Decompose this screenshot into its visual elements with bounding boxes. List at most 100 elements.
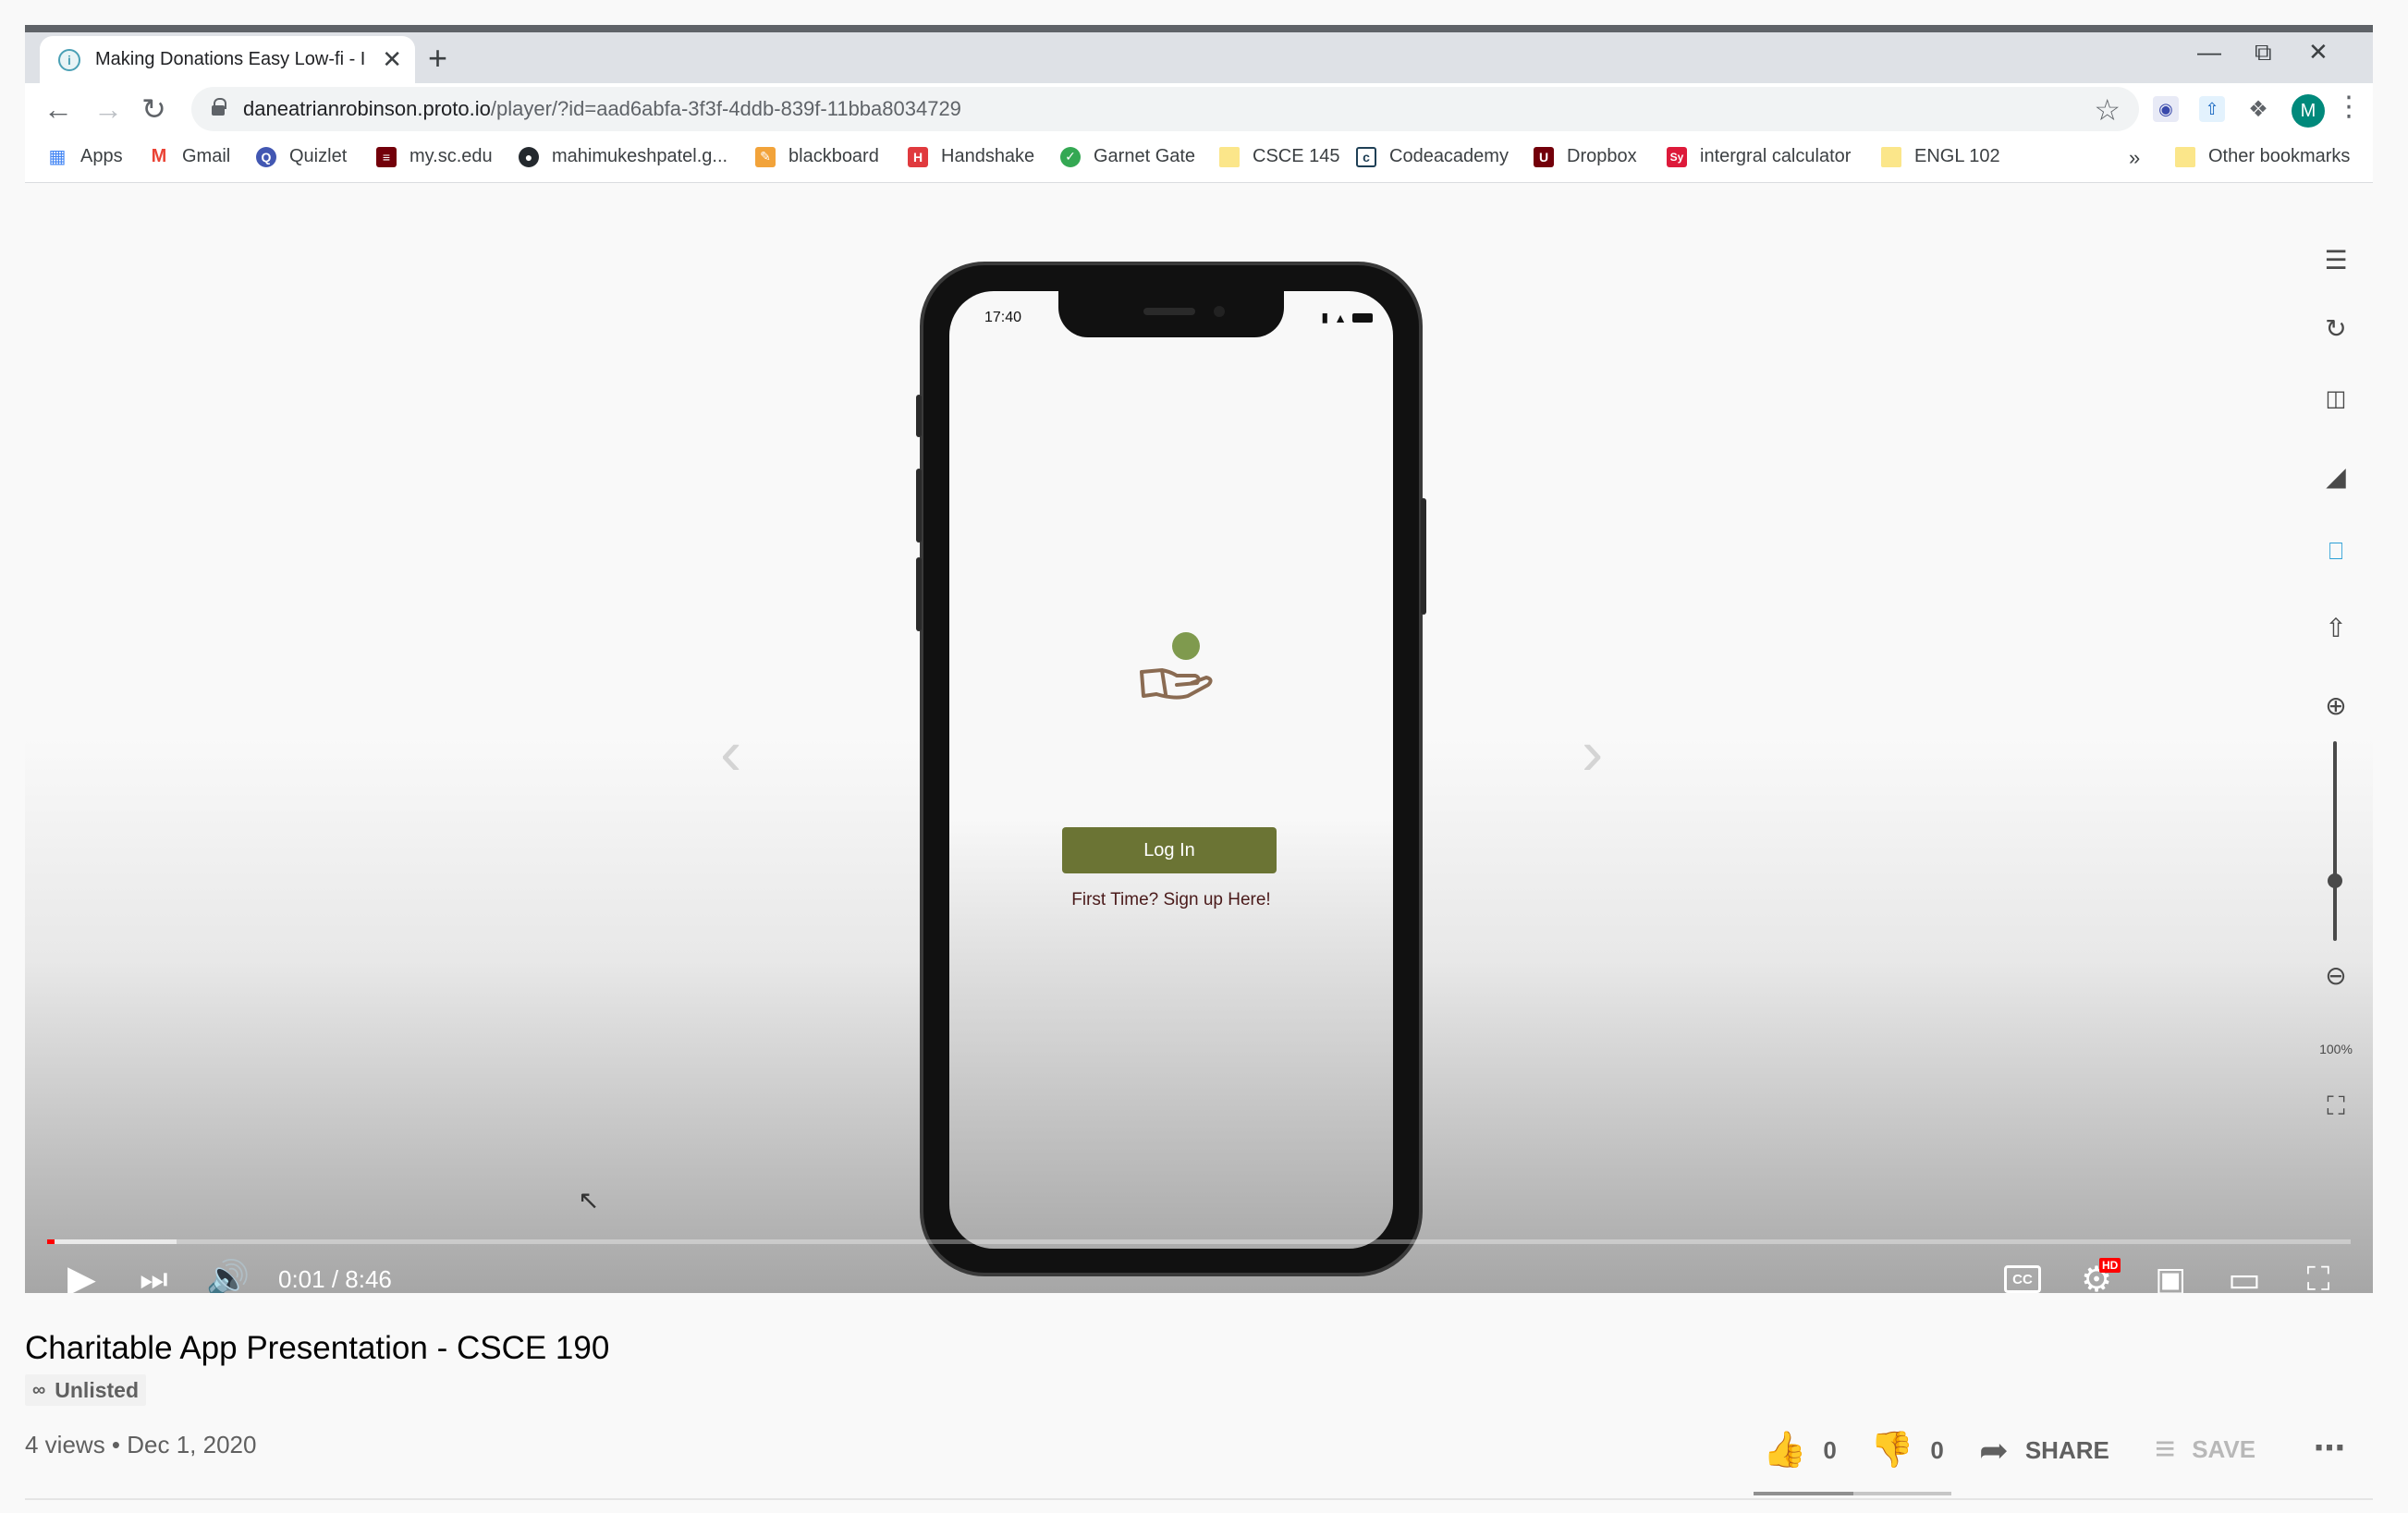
bookmarks-bar: ▦ Apps M Gmail Q Quizlet ≡ my.sc.edu ● mahimu… xyxy=(25,135,2373,183)
bookmark-integral-calculator[interactable]: Sy intergral calculator xyxy=(1667,146,1851,167)
buffered-bar xyxy=(47,1239,177,1244)
github-icon: ● xyxy=(519,146,539,167)
zoom-slider-handle[interactable] xyxy=(2328,873,2342,889)
bookmark-apps[interactable]: ▦ Apps xyxy=(47,146,123,167)
signup-link[interactable]: First Time? Sign up Here! xyxy=(949,890,1393,910)
handshake-icon: H xyxy=(908,146,928,167)
menu-hamburger-icon[interactable]: ☰ xyxy=(2317,241,2354,278)
address-bar[interactable]: daneatrianrobinson.proto.io/player/?id=a… xyxy=(191,87,2139,131)
prev-screen-chevron-icon[interactable]: ‹ xyxy=(720,720,741,785)
bookmark-dropbox[interactable]: U Dropbox xyxy=(1534,146,1637,167)
zoom-in-icon[interactable]: ⊕ xyxy=(2317,687,2354,724)
bookmark-star-icon[interactable]: ☆ xyxy=(2094,92,2121,128)
gmail-icon: M xyxy=(151,146,167,166)
like-dislike-ratio-bar xyxy=(1754,1492,1951,1495)
zoom-slider[interactable] xyxy=(2333,741,2337,941)
tab-title: Making Donations Easy Low-fi - I xyxy=(95,49,366,69)
url-text: daneatrianrobinson.proto.io/player/?id=a… xyxy=(243,97,961,120)
donation-hand-logo-icon xyxy=(1140,632,1213,700)
extension-icon[interactable]: ◉ xyxy=(2153,96,2179,122)
window-top-border xyxy=(25,25,2373,32)
volume-icon[interactable]: 🔊 xyxy=(206,1256,250,1293)
bookmark-github[interactable]: ● mahimukeshpatel.g... xyxy=(519,146,727,167)
bookmark-garnet-gate[interactable]: ✓ Garnet Gate xyxy=(1060,146,1195,167)
video-title: Charitable App Presentation - CSCE 190 xyxy=(25,1330,610,1366)
bookmark-engl102[interactable]: ENGL 102 xyxy=(1881,146,2000,167)
bookmark-csce145[interactable]: CSCE 145 xyxy=(1219,146,1340,167)
bookmark-handshake[interactable]: H Handshake xyxy=(908,146,1034,167)
back-icon[interactable]: ← xyxy=(43,92,73,126)
contrast-icon[interactable]: ◢ xyxy=(2317,458,2354,494)
hotspots-icon[interactable]: ⎕ xyxy=(2317,533,2354,570)
link-icon: ∞ xyxy=(32,1379,46,1400)
playlist-add-icon: ≡ xyxy=(2155,1430,2176,1469)
profile-avatar[interactable]: M xyxy=(2292,94,2325,128)
new-tab-button[interactable]: + xyxy=(428,40,447,77)
save-button[interactable]: ≡ SAVE xyxy=(2155,1430,2255,1470)
visibility-badge: ∞ Unlisted xyxy=(25,1374,146,1406)
thumbs-down-icon: 👎 xyxy=(1870,1431,1914,1470)
phone-notch xyxy=(1058,291,1284,337)
next-video-icon[interactable]: ⏭ xyxy=(140,1256,168,1293)
minimize-icon[interactable]: — xyxy=(2197,38,2221,67)
miniplayer-icon[interactable]: ▣ xyxy=(2149,1258,2192,1293)
bookmark-mysc[interactable]: ≡ my.sc.edu xyxy=(376,146,493,167)
next-screen-chevron-icon[interactable]: › xyxy=(1582,720,1603,785)
browser-menu-icon[interactable]: ⋮ xyxy=(2335,91,2363,123)
lock-icon xyxy=(212,98,226,116)
bookmarks-overflow-button[interactable]: » xyxy=(2129,146,2140,170)
dropbox-icon: U xyxy=(1534,146,1554,167)
folder-icon xyxy=(1219,146,1240,167)
apps-grid-icon: ▦ xyxy=(48,147,67,167)
browser-tab[interactable]: i Making Donations Easy Low-fi - I ✕ xyxy=(40,36,415,83)
like-ratio-fill xyxy=(1754,1492,1853,1495)
extension-upload-icon[interactable]: ⇧ xyxy=(2199,96,2225,122)
phone-screen: 17:40 ▮ ▲ Log In First Time? Sign up Her… xyxy=(949,291,1393,1249)
bookmark-codeacademy[interactable]: c Codeacademy xyxy=(1356,146,1509,167)
status-indicators: ▮ ▲ xyxy=(1321,310,1373,325)
fullscreen-icon[interactable]: ⛶ xyxy=(2297,1258,2340,1294)
phone-side-button xyxy=(1421,498,1426,615)
captions-icon: CC xyxy=(2004,1265,2041,1293)
dislike-button[interactable]: 👎 0 xyxy=(1870,1430,1944,1470)
bookmark-gmail[interactable]: M Gmail xyxy=(149,146,231,167)
extensions-puzzle-icon[interactable]: ❖ xyxy=(2245,96,2271,122)
integral-calculator-icon: Sy xyxy=(1667,146,1687,167)
zoom-out-icon[interactable]: ⊖ xyxy=(2317,957,2354,994)
rotate-device-icon[interactable]: ◫ xyxy=(2317,380,2354,417)
login-button[interactable]: Log In xyxy=(1062,827,1277,873)
other-bookmarks[interactable]: Other bookmarks xyxy=(2175,146,2350,167)
status-time: 17:40 xyxy=(984,310,1022,325)
share-button[interactable]: ➦ SHARE xyxy=(1979,1430,2109,1471)
browser-window: i Making Donations Easy Low-fi - I ✕ + —… xyxy=(25,25,2373,1513)
video-player[interactable]: ‹ › 17:40 ▮ ▲ Log In First Time? Sign up… xyxy=(25,184,2373,1293)
phone-mockup: 17:40 ▮ ▲ Log In First Time? Sign up Her… xyxy=(916,262,1426,1276)
tab-favicon-icon: i xyxy=(58,48,80,71)
mysc-icon: ≡ xyxy=(376,146,397,167)
phone-side-button xyxy=(916,395,922,437)
play-icon[interactable]: ▶ xyxy=(67,1256,96,1293)
garnet-gate-icon: ✓ xyxy=(1060,146,1081,167)
like-button[interactable]: 👍 0 xyxy=(1763,1430,1837,1470)
bookmark-blackboard[interactable]: ✎ blackboard xyxy=(755,146,879,167)
restart-icon[interactable]: ↻ xyxy=(2317,310,2354,347)
battery-icon xyxy=(1352,312,1373,323)
tab-close-icon[interactable]: ✕ xyxy=(382,47,402,71)
share-upload-icon[interactable]: ⇧ xyxy=(2317,609,2354,646)
speaker-grille xyxy=(1143,308,1195,315)
window-close-icon[interactable]: ✕ xyxy=(2308,38,2329,67)
more-actions-icon[interactable]: ⋯ xyxy=(2314,1430,2345,1467)
restore-icon[interactable]: ⧉ xyxy=(2255,38,2272,67)
navigation-bar: ← → ↻ daneatrianrobinson.proto.io/player… xyxy=(25,83,2373,135)
thumbs-up-icon: 👍 xyxy=(1763,1431,1807,1470)
fit-screen-icon[interactable]: ⛶ xyxy=(2317,1088,2354,1125)
quizlet-icon: Q xyxy=(256,146,276,167)
reload-icon[interactable]: ↻ xyxy=(141,92,166,126)
captions-button[interactable]: CC xyxy=(2001,1258,2044,1293)
forward-icon[interactable]: → xyxy=(93,92,123,126)
video-progress-bar[interactable] xyxy=(47,1239,2351,1244)
timecode: 0:01 / 8:46 xyxy=(278,1265,392,1293)
bookmark-quizlet[interactable]: Q Quizlet xyxy=(256,146,347,167)
theater-mode-icon[interactable]: ▭ xyxy=(2223,1258,2266,1294)
section-divider xyxy=(25,1498,2373,1500)
